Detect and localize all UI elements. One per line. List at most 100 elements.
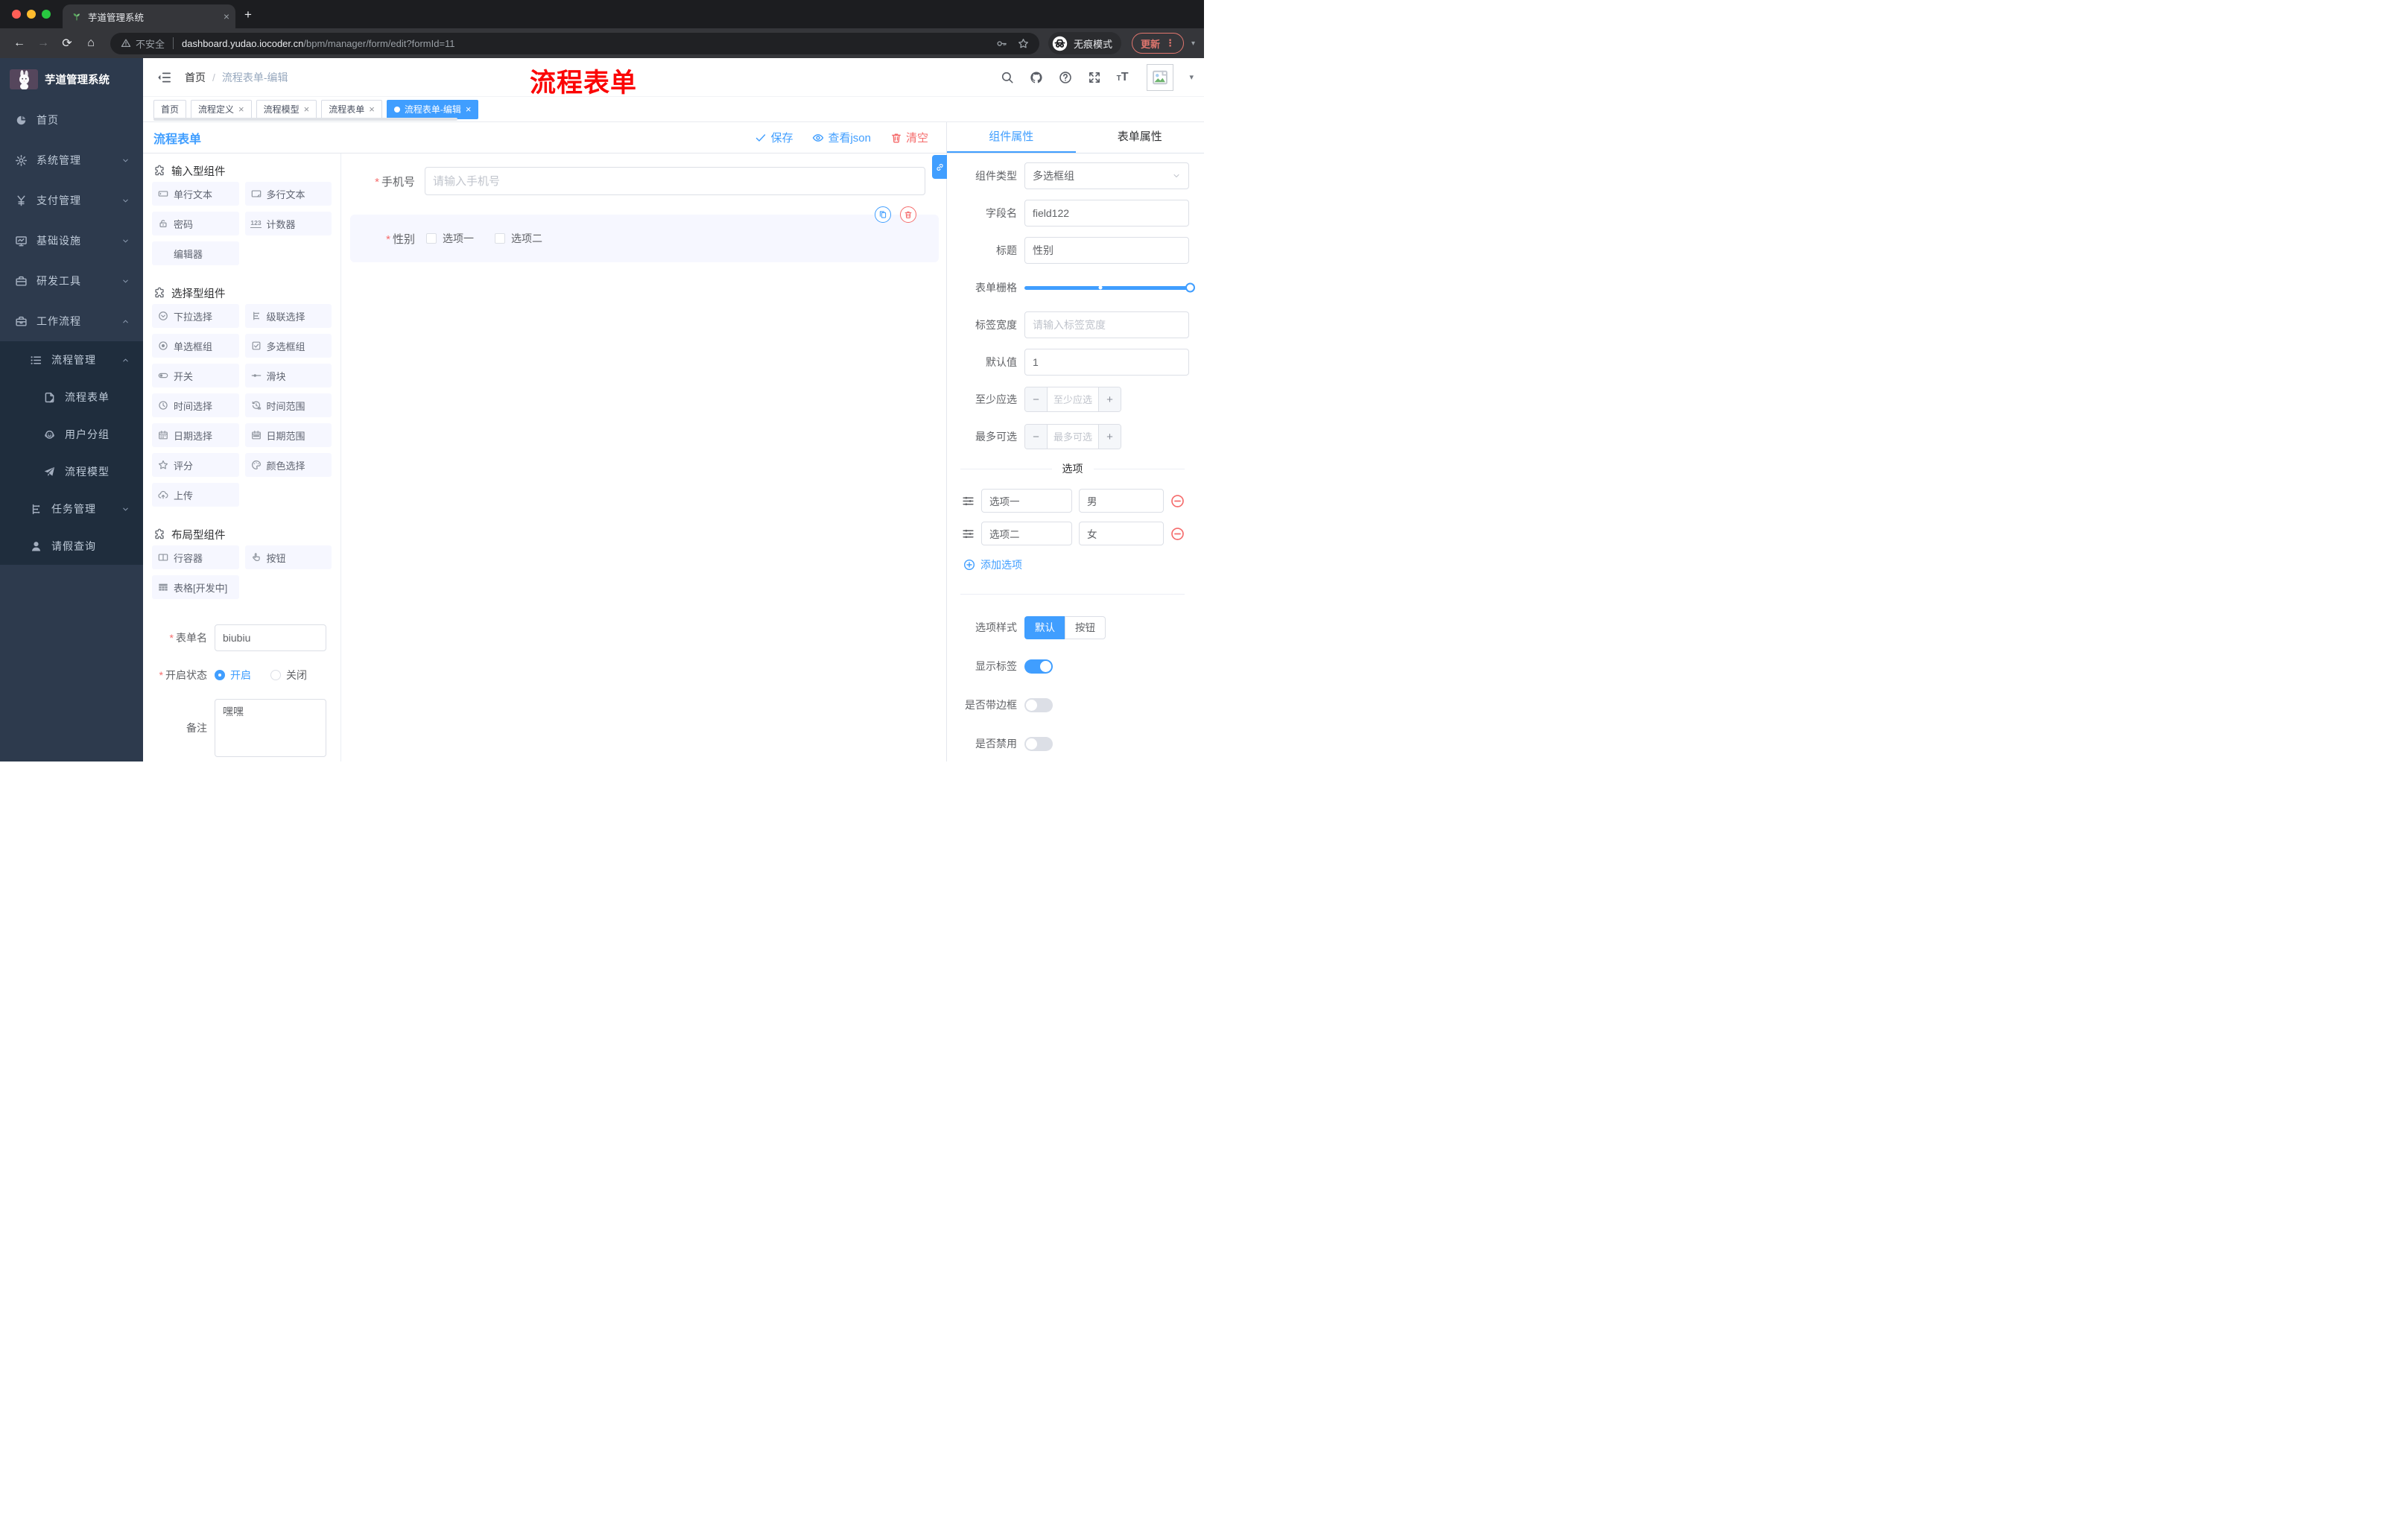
checkbox-option[interactable]: 选项一 (426, 231, 474, 246)
clear-button[interactable]: 清空 (890, 130, 928, 145)
panel-tab-0[interactable]: 组件属性 (947, 122, 1076, 153)
form-canvas[interactable]: 手机号 性别 选项一 选项二 (341, 153, 946, 762)
close-icon[interactable]: × (369, 104, 375, 114)
palette-item[interactable]: 单选框组 (152, 334, 239, 358)
toggle-switch[interactable] (1024, 697, 1053, 712)
palette-item[interactable]: 颜色选择 (244, 453, 332, 477)
option-label-input[interactable] (981, 522, 1072, 545)
min-select-input[interactable] (1048, 387, 1098, 411)
palette-item[interactable]: 密码 (152, 212, 239, 235)
kebab-menu-icon[interactable]: ⋮ (1165, 37, 1175, 49)
slider-handle[interactable] (1185, 282, 1195, 293)
collapse-sidebar-icon[interactable] (156, 70, 171, 85)
search-icon[interactable] (1001, 71, 1014, 84)
tags-scrollbar[interactable] (153, 118, 457, 121)
avatar-caret-down-icon[interactable]: ▾ (1189, 72, 1194, 82)
form-name-input[interactable] (215, 624, 326, 651)
component-type-select[interactable]: 多选框组 (1024, 162, 1189, 189)
delete-component-button[interactable] (900, 206, 916, 223)
remark-textarea[interactable] (215, 699, 326, 757)
close-icon[interactable]: × (304, 104, 310, 114)
phone-input[interactable] (425, 167, 925, 195)
sidebar-item-task-mgmt[interactable]: 任务管理 (0, 490, 143, 528)
sidebar-item-home[interactable]: 首页 (0, 100, 143, 140)
drawer-handle[interactable] (932, 155, 947, 179)
panel-tab-1[interactable]: 表单属性 (1076, 122, 1205, 153)
radio-icon[interactable] (270, 670, 281, 680)
security-label[interactable]: 不安全 (136, 37, 165, 51)
remove-option-icon[interactable] (1170, 527, 1185, 541)
radio-option[interactable]: 关闭 (270, 668, 307, 683)
palette-item[interactable]: 评分 (152, 453, 239, 477)
save-button[interactable]: 保存 (755, 130, 793, 145)
forward-icon[interactable]: → (33, 37, 54, 50)
back-icon[interactable]: ← (9, 37, 30, 50)
view-json-button[interactable]: 查看json (812, 130, 871, 145)
traffic-close-button[interactable] (12, 10, 21, 19)
palette-item[interactable]: 时间范围 (244, 393, 332, 417)
palette-item[interactable]: 上传 (152, 483, 239, 507)
field-name-input[interactable] (1024, 200, 1189, 227)
traffic-minimize-button[interactable] (27, 10, 36, 19)
close-icon[interactable]: × (238, 104, 244, 114)
selected-component[interactable]: 性别 选项一 选项二 (350, 206, 939, 262)
key-icon[interactable] (996, 38, 1007, 49)
palette-item[interactable]: 开关 (152, 364, 239, 387)
palette-item[interactable]: 多行文本 (244, 182, 332, 206)
sidebar-item-infra[interactable]: 基础设施 (0, 221, 143, 261)
new-tab-button[interactable]: + (244, 7, 252, 22)
option-style-choice-0[interactable]: 默认 (1024, 615, 1065, 639)
title-input[interactable] (1024, 237, 1189, 264)
help-icon[interactable] (1059, 71, 1072, 84)
palette-item[interactable]: 日期选择 (152, 423, 239, 447)
add-option-button[interactable]: 添加选项 (963, 557, 1189, 572)
radio-option[interactable]: 开启 (215, 668, 251, 683)
tag-item-0[interactable]: 首页 (153, 99, 187, 119)
sidebar-item-leave-query[interactable]: 请假查询 (0, 528, 143, 565)
tag-item-4[interactable]: 流程表单-编辑 × (386, 99, 479, 119)
checkbox-icon[interactable] (495, 233, 505, 244)
sidebar-item-system[interactable]: 系统管理 (0, 140, 143, 180)
browser-caret-down-icon[interactable]: ▾ (1191, 39, 1195, 48)
sidebar-item-workflow[interactable]: 工作流程 (0, 301, 143, 341)
drag-handle-icon[interactable] (962, 528, 975, 540)
url-bar[interactable]: 不安全 dashboard.yudao.iocoder.cn/bpm/manag… (110, 32, 1039, 54)
palette-item[interactable]: 编辑器 (152, 241, 239, 265)
option-style-choice-1[interactable]: 按钮 (1065, 615, 1106, 639)
sidebar-item-process-form[interactable]: 流程表单 (0, 379, 143, 416)
reload-icon[interactable]: ⟳ (57, 36, 77, 51)
palette-item[interactable]: 表格[开发中] (152, 575, 239, 599)
checkbox-icon[interactable] (426, 233, 437, 244)
option-label-input[interactable] (981, 489, 1072, 513)
remove-option-icon[interactable] (1170, 494, 1185, 508)
github-icon[interactable] (1030, 71, 1043, 84)
increase-button[interactable]: + (1098, 425, 1121, 449)
breadcrumb-home[interactable]: 首页 (185, 70, 206, 85)
palette-item[interactable]: 日期范围 (244, 423, 332, 447)
increase-button[interactable]: + (1098, 387, 1121, 411)
drag-handle-icon[interactable] (962, 495, 975, 507)
sidebar-item-payment[interactable]: 支付管理 (0, 180, 143, 221)
traffic-zoom-button[interactable] (42, 10, 51, 19)
decrease-button[interactable]: − (1025, 387, 1048, 411)
update-button[interactable]: 更新 ⋮ (1131, 33, 1184, 54)
browser-tab[interactable]: 芋道管理系统 × (63, 4, 235, 28)
toggle-switch[interactable] (1024, 736, 1053, 751)
option-value-input[interactable] (1079, 489, 1164, 513)
avatar[interactable] (1147, 63, 1174, 91)
close-icon[interactable]: × (466, 104, 472, 114)
radio-icon[interactable] (215, 670, 225, 680)
toggle-switch[interactable] (1024, 659, 1053, 674)
palette-item[interactable]: 时间选择 (152, 393, 239, 417)
default-value-input[interactable] (1024, 349, 1189, 376)
copy-component-button[interactable] (875, 206, 891, 223)
tag-item-3[interactable]: 流程表单 × (321, 99, 382, 119)
palette-item[interactable]: 123 计数器 (244, 212, 332, 235)
palette-item[interactable]: 按钮 (244, 545, 332, 569)
tag-item-1[interactable]: 流程定义 × (191, 99, 252, 119)
tag-item-2[interactable]: 流程模型 × (256, 99, 317, 119)
checkbox-option[interactable]: 选项二 (495, 231, 542, 246)
sidebar-item-process-model[interactable]: 流程模型 (0, 453, 143, 490)
fullscreen-icon[interactable] (1088, 71, 1101, 84)
palette-item[interactable]: 滑块 (244, 364, 332, 387)
